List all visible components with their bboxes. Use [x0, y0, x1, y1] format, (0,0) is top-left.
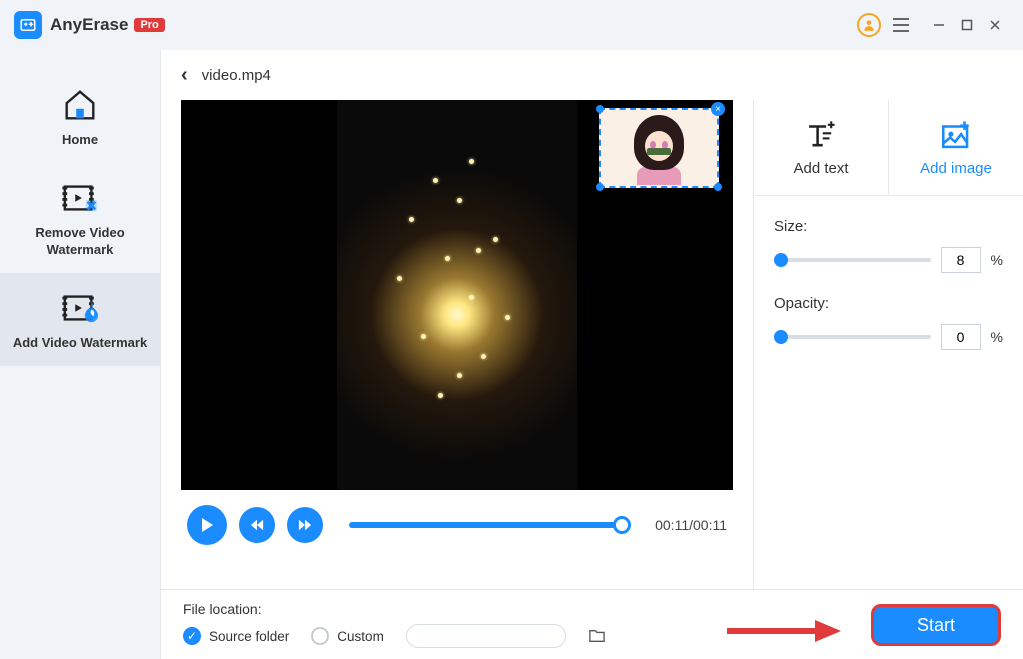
account-icon[interactable]	[857, 13, 881, 37]
player-controls: 00:11/00:11	[181, 490, 733, 560]
close-button[interactable]	[981, 11, 1009, 39]
size-input[interactable]	[941, 247, 981, 273]
unit-label: %	[991, 252, 1003, 268]
slider-thumb[interactable]	[774, 253, 788, 267]
footer: File location: Source folder Custom Star…	[161, 589, 1023, 659]
breadcrumb-file: video.mp4	[202, 67, 271, 84]
breadcrumb: ‹ video.mp4	[161, 50, 1023, 100]
sidebar-item-add-watermark[interactable]: Add Video Watermark	[0, 273, 160, 366]
watermark-image	[601, 110, 717, 186]
source-folder-option[interactable]: Source folder	[183, 627, 289, 645]
forward-button[interactable]	[287, 507, 323, 543]
resize-handle[interactable]	[714, 183, 722, 191]
custom-folder-option[interactable]: Custom	[311, 627, 384, 645]
sidebar: Home Remove Video Watermark Add Video Wa…	[0, 50, 160, 659]
sidebar-item-remove-watermark[interactable]: Remove Video Watermark	[0, 163, 160, 273]
tab-label: Add image	[920, 160, 992, 177]
resize-handle[interactable]	[596, 105, 604, 113]
folder-icon[interactable]	[588, 628, 606, 644]
slider-thumb[interactable]	[774, 330, 788, 344]
progress-thumb[interactable]	[613, 516, 631, 534]
annotation-arrow-icon	[723, 618, 843, 644]
text-icon	[804, 118, 838, 152]
maximize-button[interactable]	[953, 11, 981, 39]
add-watermark-icon	[59, 287, 101, 329]
titlebar: AnyErase Pro	[0, 0, 1023, 50]
video-preview[interactable]: ×	[181, 100, 733, 490]
app-name: AnyErase	[50, 15, 128, 35]
remove-watermark-icon[interactable]: ×	[711, 102, 725, 116]
option-label: Custom	[337, 629, 384, 644]
size-field: Size: %	[774, 218, 1003, 273]
option-label: Source folder	[209, 629, 289, 644]
image-icon	[939, 118, 973, 152]
sidebar-item-label: Remove Video Watermark	[10, 225, 150, 259]
sidebar-item-label: Add Video Watermark	[13, 335, 147, 352]
time-display: 00:11/00:11	[655, 517, 727, 533]
size-slider[interactable]	[774, 258, 931, 262]
opacity-input[interactable]	[941, 324, 981, 350]
video-column: × 00:11/00:11	[161, 100, 753, 589]
play-button[interactable]	[187, 505, 227, 545]
pro-badge: Pro	[134, 18, 164, 32]
sidebar-item-home[interactable]: Home	[0, 70, 160, 163]
radio-checked-icon	[183, 627, 201, 645]
opacity-label: Opacity:	[774, 295, 1003, 312]
unit-label: %	[991, 329, 1003, 345]
progress-bar[interactable]	[349, 522, 623, 528]
video-content	[337, 100, 577, 490]
custom-path-input[interactable]	[406, 624, 566, 648]
opacity-slider[interactable]	[774, 335, 931, 339]
remove-watermark-icon	[59, 177, 101, 219]
sidebar-item-label: Home	[62, 132, 98, 149]
watermark-overlay[interactable]: ×	[599, 108, 719, 188]
size-label: Size:	[774, 218, 1003, 235]
tab-add-text[interactable]: Add text	[754, 100, 889, 195]
hamburger-menu-icon[interactable]	[893, 18, 909, 32]
start-button[interactable]: Start	[871, 604, 1001, 646]
home-icon	[59, 84, 101, 126]
radio-unchecked-icon	[311, 627, 329, 645]
start-label: Start	[917, 615, 955, 636]
properties-panel: Add text Add image Size: %	[753, 100, 1023, 589]
tab-label: Add text	[793, 160, 848, 177]
rewind-button[interactable]	[239, 507, 275, 543]
back-button[interactable]: ‹	[181, 64, 188, 87]
resize-handle[interactable]	[596, 183, 604, 191]
main: ‹ video.mp4	[160, 50, 1023, 659]
app-logo-icon	[14, 11, 42, 39]
tab-add-image[interactable]: Add image	[889, 100, 1023, 195]
file-location-label: File location:	[183, 601, 606, 617]
opacity-field: Opacity: %	[774, 295, 1003, 350]
minimize-button[interactable]	[925, 11, 953, 39]
